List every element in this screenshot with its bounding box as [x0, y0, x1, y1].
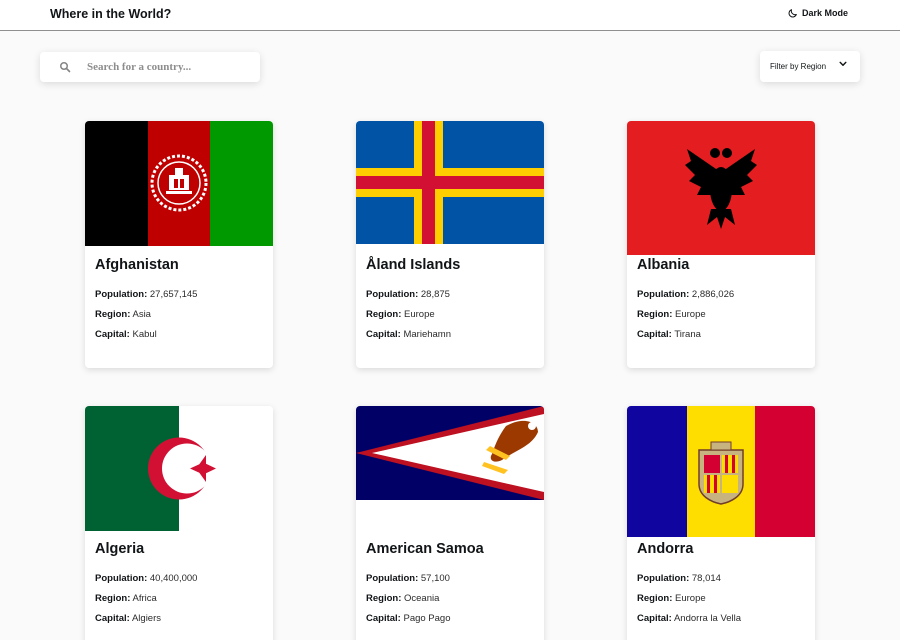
- region-row: Region: Asia: [95, 309, 151, 320]
- algeria-flag: [85, 406, 273, 531]
- dark-mode-label: Dark Mode: [801, 8, 848, 18]
- population-label: Population:: [637, 289, 690, 300]
- search-box[interactable]: [40, 52, 260, 82]
- country-card[interactable]: Åland Islands Population: 28,875 Region:…: [356, 121, 544, 368]
- capital-label: Capital:: [366, 329, 401, 340]
- country-name: Albania: [637, 257, 690, 273]
- region-label: Region:: [637, 309, 673, 320]
- country-card[interactable]: Algeria Population: 40,400,000 Region: A…: [85, 406, 273, 640]
- country-name: Afghanistan: [95, 257, 179, 273]
- population-label: Population:: [95, 289, 148, 300]
- region-value: Europe: [675, 593, 706, 604]
- capital-value: Tirana: [674, 329, 701, 340]
- region-filter-label: Filter by Region: [770, 62, 827, 71]
- population-label: Population:: [366, 573, 419, 584]
- population-value: 40,400,000: [149, 573, 198, 584]
- population-value: 2,886,026: [691, 289, 735, 300]
- top-bar: Where in the World? Dark Mode: [0, 0, 900, 31]
- region-filter-dropdown[interactable]: Filter by Region: [760, 51, 860, 82]
- dark-mode-toggle[interactable]: Dark Mode: [788, 8, 848, 18]
- capital-row: Capital: Tirana: [637, 329, 701, 340]
- capital-row: Capital: Mariehamn: [366, 329, 451, 340]
- country-name: Åland Islands: [366, 257, 461, 273]
- region-row: Region: Europe: [637, 593, 706, 604]
- population-value: 57,100: [420, 573, 450, 584]
- region-label: Region:: [95, 309, 131, 320]
- region-label: Region:: [366, 309, 402, 320]
- population-label: Population:: [95, 573, 148, 584]
- population-label: Population:: [637, 573, 690, 584]
- region-value: Asia: [132, 309, 151, 320]
- capital-label: Capital:: [95, 329, 130, 340]
- country-card[interactable]: Afghanistan Population: 27,657,145 Regio…: [85, 121, 273, 368]
- afghanistan-flag: [85, 121, 273, 246]
- region-label: Region:: [95, 593, 131, 604]
- population-value: 27,657,145: [149, 289, 198, 300]
- capital-value: Mariehamn: [403, 329, 452, 340]
- american-samoa-flag: [356, 406, 544, 500]
- capital-value: Andorra la Vella: [673, 613, 742, 624]
- population-value: 28,875: [420, 289, 450, 300]
- search-input[interactable]: [87, 58, 247, 76]
- region-label: Region:: [366, 593, 402, 604]
- population-row: Population: 78,014: [637, 573, 721, 584]
- region-value: Europe: [675, 309, 706, 320]
- capital-label: Capital:: [637, 329, 672, 340]
- app-title: Where in the World?: [50, 7, 172, 21]
- country-card[interactable]: Albania Population: 2,886,026 Region: Eu…: [627, 121, 815, 368]
- population-value: 78,014: [691, 573, 721, 584]
- capital-value: Kabul: [132, 329, 157, 340]
- region-row: Region: Africa: [95, 593, 157, 604]
- chevron-down-icon: [839, 61, 847, 66]
- capital-value: Algiers: [131, 613, 162, 624]
- population-row: Population: 2,886,026: [637, 289, 734, 300]
- moon-icon: [788, 9, 797, 18]
- aland-islands-flag: [356, 121, 544, 244]
- search-icon: [60, 62, 71, 73]
- capital-row: Capital: Andorra la Vella: [637, 613, 741, 624]
- region-value: Oceania: [404, 593, 440, 604]
- capital-label: Capital:: [366, 613, 401, 624]
- country-name: American Samoa: [366, 541, 484, 557]
- region-label: Region:: [637, 593, 673, 604]
- country-name: Algeria: [95, 541, 145, 557]
- region-row: Region: Oceania: [366, 593, 439, 604]
- capital-row: Capital: Kabul: [95, 329, 157, 340]
- population-row: Population: 27,657,145: [95, 289, 197, 300]
- population-row: Population: 40,400,000: [95, 573, 197, 584]
- capital-label: Capital:: [637, 613, 672, 624]
- region-row: Region: Europe: [637, 309, 706, 320]
- albania-flag: [627, 121, 815, 255]
- country-card[interactable]: American Samoa Population: 57,100 Region…: [356, 406, 544, 640]
- capital-label: Capital:: [95, 613, 130, 624]
- region-value: Africa: [132, 593, 157, 604]
- population-label: Population:: [366, 289, 419, 300]
- region-value: Europe: [404, 309, 435, 320]
- andorra-flag: [627, 406, 815, 537]
- capital-row: Capital: Pago Pago: [366, 613, 451, 624]
- region-row: Region: Europe: [366, 309, 435, 320]
- population-row: Population: 57,100: [366, 573, 450, 584]
- population-row: Population: 28,875: [366, 289, 450, 300]
- country-card[interactable]: Andorra Population: 78,014 Region: Europ…: [627, 406, 815, 640]
- country-name: Andorra: [637, 541, 694, 557]
- capital-row: Capital: Algiers: [95, 613, 161, 624]
- capital-value: Pago Pago: [403, 613, 451, 624]
